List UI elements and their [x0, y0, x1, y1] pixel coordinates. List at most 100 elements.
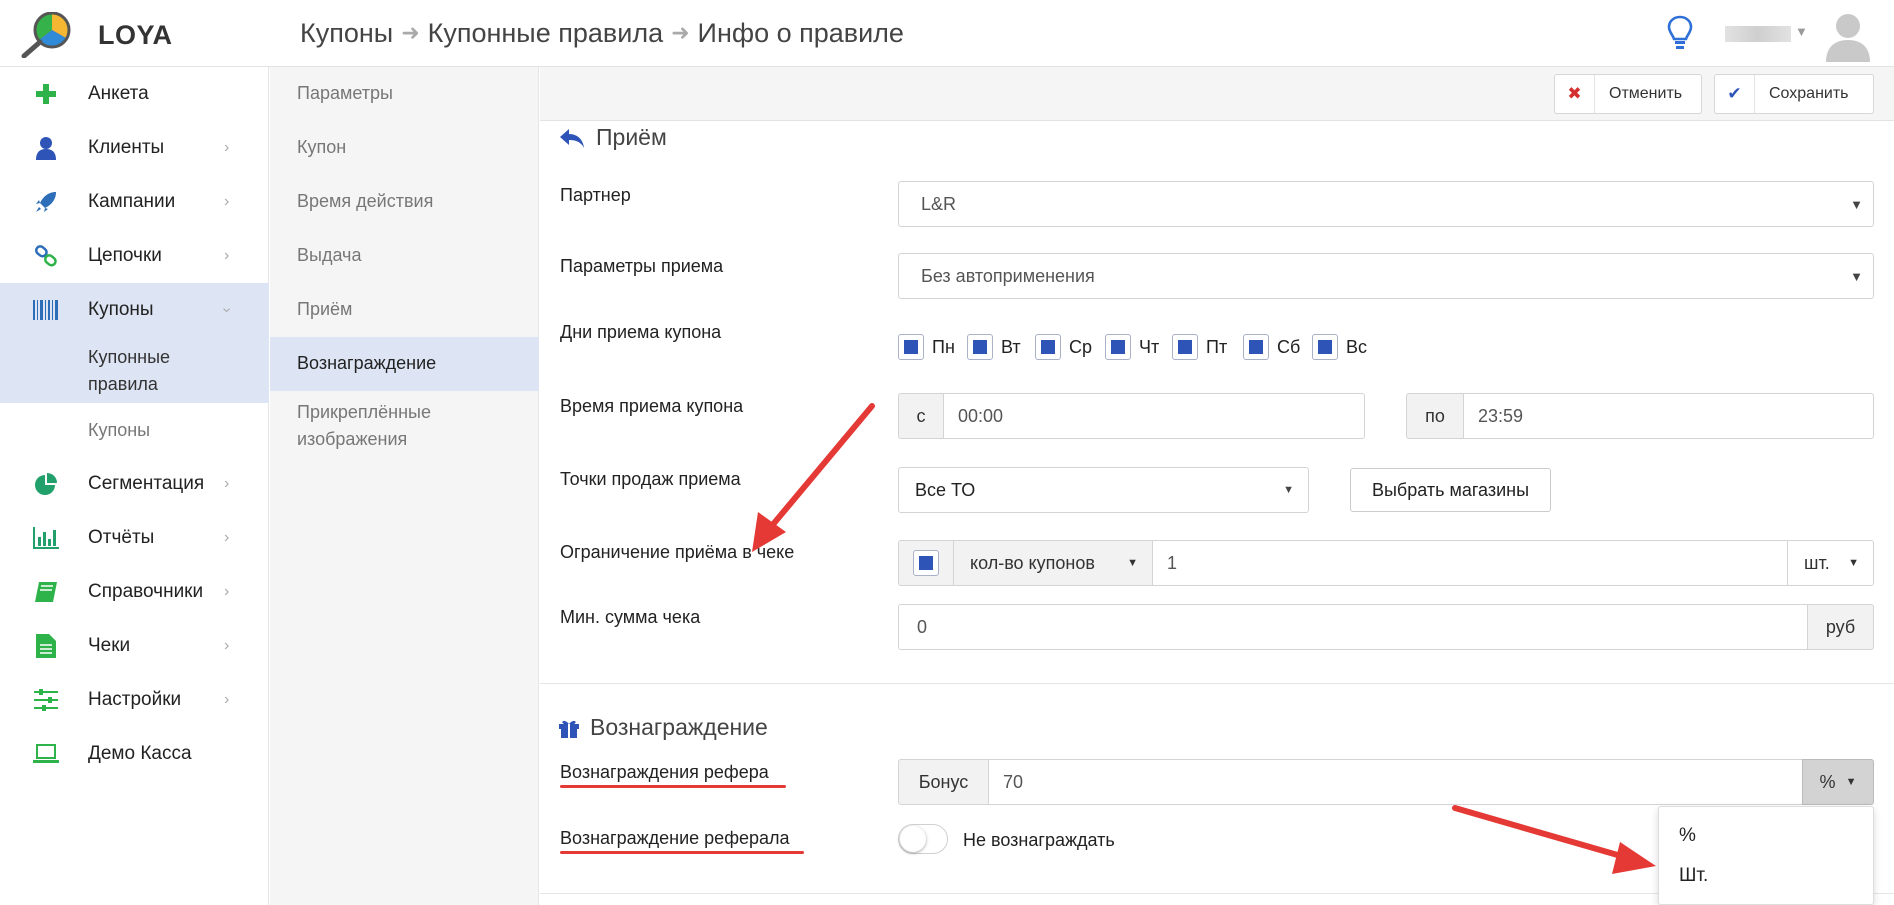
check-icon: ✔ [1715, 75, 1755, 113]
document-icon [33, 633, 59, 659]
referral-reward-toggle[interactable] [898, 824, 948, 854]
limit-unit-select[interactable]: шт. ▼ [1787, 540, 1874, 586]
section-divider [540, 683, 1894, 684]
caret-down-icon: ▼ [1845, 776, 1857, 788]
dropdown-option-percent[interactable]: % [1679, 825, 1696, 847]
lightbulb-icon[interactable] [1665, 14, 1695, 52]
sidebar-subitem-coupon-rules[interactable]: Купонные правила [0, 337, 269, 403]
sidebar-item-coupons[interactable]: Купоны › [0, 283, 269, 337]
user-icon [33, 135, 59, 161]
sidebar-subitem-label: Купонные правила [88, 347, 171, 394]
sidebar-item-chains[interactable]: Цепочки › [0, 229, 269, 283]
day-checkbox-sun[interactable]: Вс [1312, 332, 1367, 362]
caret-down-icon: ▼ [1850, 196, 1863, 212]
referrer-reward-label: Вознаграждения рефера [560, 762, 769, 782]
chevron-right-icon: › [224, 193, 230, 210]
sidebar-item-references[interactable]: Справочники › [0, 565, 269, 619]
section-nav-item-coupon[interactable]: Купон [270, 121, 539, 175]
partner-select[interactable]: L&R ▼ [898, 181, 1874, 227]
sidebar-item-receipts[interactable]: Чеки › [0, 619, 269, 673]
section-title-reception: Приём [558, 124, 667, 151]
user-name-blurred[interactable] [1725, 26, 1791, 42]
day-checkbox-sat[interactable]: Сб [1243, 332, 1300, 362]
brand-name: LOYA [98, 19, 173, 50]
caret-down-icon: ▼ [1850, 268, 1863, 284]
loya-logo-icon [21, 12, 71, 58]
chevron-right-icon: › [224, 529, 230, 546]
caret-down-icon: ▼ [1127, 557, 1138, 569]
sidebar: Анкета Клиенты › Кампании › Цепочки › Ку… [0, 67, 269, 905]
time-from-input[interactable]: 00:00 [943, 393, 1365, 439]
arrow-right-icon: ➜ [671, 20, 690, 45]
chevron-down-icon[interactable]: ▼ [1795, 24, 1808, 39]
sidebar-item-campaigns[interactable]: Кампании › [0, 175, 269, 229]
bonus-prefix: Бонус [898, 759, 989, 805]
reception-time-label: Время приема купона [560, 396, 744, 416]
avatar[interactable] [1820, 6, 1876, 62]
breadcrumb-item-coupon-rules[interactable]: Купонные правила [428, 18, 663, 49]
sidebar-item-label: Настройки [88, 689, 182, 710]
sales-points-label: Точки продаж приема [560, 469, 741, 489]
time-to-input[interactable]: 23:59 [1463, 393, 1874, 439]
gift-icon [559, 720, 579, 738]
min-sum-label: Мин. сумма чека [560, 607, 701, 627]
reception-params-label: Параметры приема [560, 256, 724, 276]
choose-stores-button[interactable]: Выбрать магазины [1350, 468, 1551, 512]
bonus-unit-select[interactable]: % ▼ [1802, 759, 1874, 805]
link-icon [33, 243, 59, 269]
section-nav: Параметры Купон Время действия Выдача Пр… [270, 67, 539, 905]
section-nav-item-reward[interactable]: Вознаграждение [270, 337, 539, 391]
close-icon: ✖ [1555, 75, 1595, 113]
section-nav-item-validity[interactable]: Время действия [270, 175, 539, 229]
book-icon [33, 579, 59, 605]
reception-days-label: Дни приема купона [560, 322, 722, 342]
caret-down-icon: ▼ [1283, 484, 1294, 496]
sidebar-item-settings[interactable]: Настройки › [0, 673, 269, 727]
sidebar-item-demo-cash[interactable]: Демо Касса [0, 727, 269, 781]
receipt-limit-checkbox[interactable] [898, 540, 954, 586]
day-checkbox-tue[interactable]: Вт [967, 332, 1021, 362]
cancel-button[interactable]: ✖ Отменить [1554, 74, 1702, 114]
arrow-right-icon: ➜ [401, 20, 420, 45]
day-checkbox-wed[interactable]: Ср [1035, 332, 1092, 362]
day-checkbox-thu[interactable]: Чт [1105, 332, 1159, 362]
caret-down-icon: ▼ [1848, 557, 1859, 569]
chevron-down-icon: › [218, 307, 236, 313]
limit-type-select[interactable]: кол-во купонов ▼ [953, 540, 1153, 586]
annotation-underline [560, 851, 804, 854]
referral-reward-label: Вознаграждение реферала [560, 828, 790, 848]
sidebar-item-label: Демо Касса [88, 743, 192, 764]
barcode-icon [33, 297, 59, 323]
sidebar-item-clients[interactable]: Клиенты › [0, 121, 269, 175]
section-nav-item-reception[interactable]: Приём [270, 283, 539, 337]
breadcrumb-item-coupons[interactable]: Купоны [300, 18, 393, 49]
sidebar-item-label: Справочники [88, 581, 204, 602]
day-checkbox-fri[interactable]: Пт [1172, 332, 1227, 362]
chevron-right-icon: › [224, 247, 230, 264]
referral-toggle-label: Не вознаграждать [963, 830, 1115, 850]
sidebar-item-survey[interactable]: Анкета [0, 67, 269, 121]
reception-params-select[interactable]: Без автоприменения ▼ [898, 253, 1874, 299]
section-nav-item-issuance[interactable]: Выдача [270, 229, 539, 283]
bonus-value-input[interactable]: 70 [988, 759, 1803, 805]
logo[interactable]: LOYA [20, 12, 200, 58]
chevron-right-icon: › [224, 691, 230, 708]
sliders-icon [33, 687, 59, 713]
sidebar-item-label: Отчёты [88, 527, 155, 548]
save-button[interactable]: ✔ Сохранить [1714, 74, 1874, 114]
sidebar-item-reports[interactable]: Отчёты › [0, 511, 269, 565]
section-nav-item-attached-images[interactable]: Прикреплённые изображения [270, 399, 539, 459]
min-sum-input[interactable]: 0 [898, 604, 1808, 650]
dropdown-option-pieces[interactable]: Шт. [1679, 865, 1708, 887]
sidebar-subitem-coupons[interactable]: Купоны [0, 403, 269, 457]
sidebar-subitem-label: Купоны [88, 420, 151, 440]
limit-value-input[interactable]: 1 [1152, 540, 1788, 586]
sales-points-select[interactable]: Все ТО ▼ [898, 467, 1309, 513]
sidebar-item-segmentation[interactable]: Сегментация › [0, 457, 269, 511]
sidebar-item-label: Чеки [88, 635, 131, 656]
day-checkbox-mon[interactable]: Пн [898, 332, 955, 362]
pie-chart-icon [33, 471, 59, 497]
section-nav-item-parameters[interactable]: Параметры [270, 67, 539, 121]
reply-arrow-icon [560, 128, 584, 148]
sidebar-item-label: Клиенты [88, 137, 165, 158]
